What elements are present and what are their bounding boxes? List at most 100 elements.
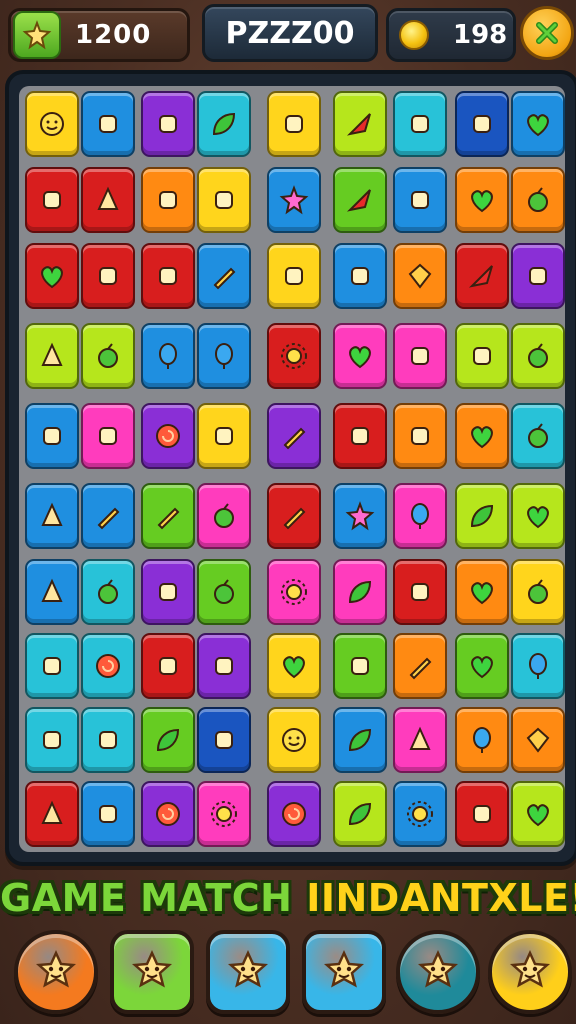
tile-r3-c9[interactable] [511, 243, 565, 309]
tile-r4-c2[interactable] [81, 323, 135, 389]
tile-r2-c5[interactable] [267, 167, 321, 233]
tile-r1-c4[interactable] [197, 91, 251, 157]
tile-r3-c4[interactable] [197, 243, 251, 309]
tile-r10-c3[interactable] [141, 781, 195, 847]
tile-r8-c5[interactable] [267, 633, 321, 699]
tile-r10-c7[interactable] [393, 781, 447, 847]
tile-r8-c4[interactable] [197, 633, 251, 699]
tile-r4-c4[interactable] [197, 323, 251, 389]
tile-r1-c8[interactable] [455, 91, 509, 157]
cone-icon [37, 501, 67, 531]
tile-r6-c2[interactable] [81, 483, 135, 549]
tile-r3-c3[interactable] [141, 243, 195, 309]
tile-r6-c7[interactable] [393, 483, 447, 549]
tile-r6-c8[interactable] [455, 483, 509, 549]
tile-r6-c5[interactable] [267, 483, 321, 549]
tile-r3-c8[interactable] [455, 243, 509, 309]
tile-r5-c3[interactable] [141, 403, 195, 469]
tile-r10-c9[interactable] [511, 781, 565, 847]
tile-r7-c4[interactable] [197, 559, 251, 625]
booster-button-4[interactable] [302, 930, 386, 1014]
tile-r3-c2[interactable] [81, 243, 135, 309]
tile-r9-c8[interactable] [455, 707, 509, 773]
tile-r2-c3[interactable] [141, 167, 195, 233]
tile-r6-c1[interactable] [25, 483, 79, 549]
booster-button-2[interactable] [110, 930, 194, 1014]
tile-r5-c7[interactable] [393, 403, 447, 469]
tile-r7-c6[interactable] [333, 559, 387, 625]
tile-r9-c2[interactable] [81, 707, 135, 773]
tile-r2-c6[interactable] [333, 167, 387, 233]
tile-r4-c9[interactable] [511, 323, 565, 389]
tile-r1-c6[interactable] [333, 91, 387, 157]
tile-r10-c4[interactable] [197, 781, 251, 847]
tile-r9-c5[interactable] [267, 707, 321, 773]
booster-button-6[interactable] [488, 930, 572, 1014]
tile-r5-c5[interactable] [267, 403, 321, 469]
tile-r8-c7[interactable] [393, 633, 447, 699]
tile-r1-c7[interactable] [393, 91, 447, 157]
tile-r8-c8[interactable] [455, 633, 509, 699]
tile-r1-c5[interactable] [267, 91, 321, 157]
tile-r8-c9[interactable] [511, 633, 565, 699]
tile-r5-c2[interactable] [81, 403, 135, 469]
tile-r5-c4[interactable] [197, 403, 251, 469]
tile-r7-c8[interactable] [455, 559, 509, 625]
tile-r7-c7[interactable] [393, 559, 447, 625]
tile-r3-c6[interactable] [333, 243, 387, 309]
tile-r4-c1[interactable] [25, 323, 79, 389]
tile-r5-c1[interactable] [25, 403, 79, 469]
tile-r3-c5[interactable] [267, 243, 321, 309]
tile-r5-c9[interactable] [511, 403, 565, 469]
tile-r10-c8[interactable] [455, 781, 509, 847]
tile-r4-c8[interactable] [455, 323, 509, 389]
tile-r6-c4[interactable] [197, 483, 251, 549]
tile-r4-c7[interactable] [393, 323, 447, 389]
tile-r9-c6[interactable] [333, 707, 387, 773]
close-button[interactable] [520, 6, 574, 60]
tile-r3-c1[interactable] [25, 243, 79, 309]
tile-r5-c8[interactable] [455, 403, 509, 469]
tile-r10-c2[interactable] [81, 781, 135, 847]
tile-r6-c3[interactable] [141, 483, 195, 549]
tile-r4-c5[interactable] [267, 323, 321, 389]
tile-r1-c9[interactable] [511, 91, 565, 157]
tile-r5-c6[interactable] [333, 403, 387, 469]
tile-r10-c1[interactable] [25, 781, 79, 847]
tile-r2-c9[interactable] [511, 167, 565, 233]
scroll-icon [37, 725, 67, 755]
tile-r9-c7[interactable] [393, 707, 447, 773]
tile-r8-c6[interactable] [333, 633, 387, 699]
tile-r1-c1[interactable] [25, 91, 79, 157]
tile-r1-c3[interactable] [141, 91, 195, 157]
tile-r9-c1[interactable] [25, 707, 79, 773]
tile-r9-c9[interactable] [511, 707, 565, 773]
tile-r3-c7[interactable] [393, 243, 447, 309]
tile-r2-c4[interactable] [197, 167, 251, 233]
tile-r2-c2[interactable] [81, 167, 135, 233]
tile-r4-c6[interactable] [333, 323, 387, 389]
tile-r6-c9[interactable] [511, 483, 565, 549]
tile-r4-c3[interactable] [141, 323, 195, 389]
tile-r2-c7[interactable] [393, 167, 447, 233]
tile-r7-c2[interactable] [81, 559, 135, 625]
tile-r2-c8[interactable] [455, 167, 509, 233]
booster-button-1[interactable] [14, 930, 98, 1014]
tile-r9-c3[interactable] [141, 707, 195, 773]
tile-r7-c5[interactable] [267, 559, 321, 625]
lollipop-icon [209, 421, 239, 451]
tile-r8-c2[interactable] [81, 633, 135, 699]
tile-r6-c6[interactable] [333, 483, 387, 549]
booster-button-5[interactable] [396, 930, 480, 1014]
tile-r7-c9[interactable] [511, 559, 565, 625]
tile-r10-c5[interactable] [267, 781, 321, 847]
tile-r9-c4[interactable] [197, 707, 251, 773]
tile-r8-c1[interactable] [25, 633, 79, 699]
tile-r1-c2[interactable] [81, 91, 135, 157]
tile-r10-c6[interactable] [333, 781, 387, 847]
booster-button-3[interactable] [206, 930, 290, 1014]
tile-r7-c1[interactable] [25, 559, 79, 625]
tile-r8-c3[interactable] [141, 633, 195, 699]
tile-r2-c1[interactable] [25, 167, 79, 233]
tile-r7-c3[interactable] [141, 559, 195, 625]
